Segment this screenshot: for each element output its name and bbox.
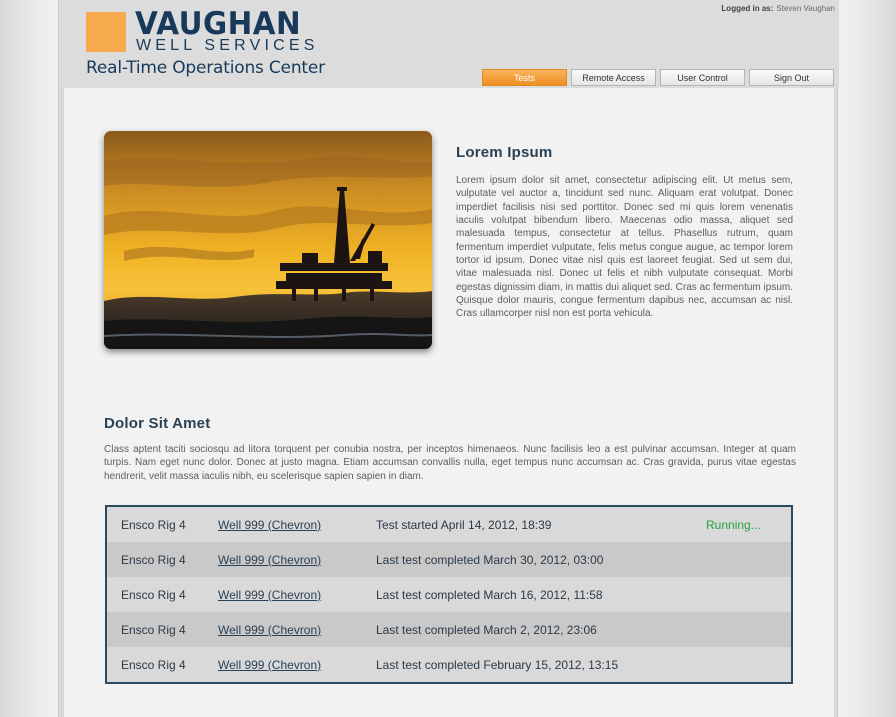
test-row: Ensco Rig 4 Well 999 (Chevron) Test star… (107, 507, 791, 542)
test-row: Ensco Rig 4 Well 999 (Chevron) Last test… (107, 647, 791, 682)
section-heading-lorem-ipsum: Lorem Ipsum (456, 144, 553, 161)
rig-name: Ensco Rig 4 (121, 552, 186, 567)
test-description: Test started April 14, 2012, 18:39 (376, 517, 552, 532)
oil-rig-photo (104, 131, 432, 349)
nav-remote-access-button[interactable]: Remote Access (571, 69, 656, 86)
section-body-text: Lorem ipsum dolor sit amet, consectetur … (456, 175, 793, 320)
logged-in-status: Logged in as: Steven Vaughan (721, 4, 835, 13)
test-description: Last test completed February 15, 2012, 1… (376, 657, 619, 672)
well-link[interactable]: Well 999 (Chevron) (218, 658, 376, 672)
rig-name: Ensco Rig 4 (121, 657, 186, 672)
page: VAUGHAN WELL SERVICES Real-Time Operatio… (58, 0, 839, 717)
logo-square-icon (86, 12, 126, 52)
logo-subtitle: WELL SERVICES (136, 37, 319, 54)
test-row: Ensco Rig 4 Well 999 (Chevron) Last test… (107, 612, 791, 647)
logged-in-label: Logged in as: (721, 4, 774, 13)
rig-name: Ensco Rig 4 (121, 517, 186, 532)
main-content: Lorem Ipsum Lorem ipsum dolor sit amet, … (64, 88, 834, 717)
test-row: Ensco Rig 4 Well 999 (Chevron) Last test… (107, 542, 791, 577)
test-description: Last test completed March 2, 2012, 23:06 (376, 622, 597, 637)
section-body-text: Class aptent taciti sociosqu ad litora t… (104, 444, 796, 482)
main-nav: Tests Remote Access User Control Sign Ou… (482, 69, 834, 86)
header: VAUGHAN WELL SERVICES Real-Time Operatio… (59, 0, 839, 88)
nav-user-control-button[interactable]: User Control (660, 69, 745, 86)
rig-name: Ensco Rig 4 (121, 622, 186, 637)
well-link[interactable]: Well 999 (Chevron) (218, 553, 376, 567)
test-row: Ensco Rig 4 Well 999 (Chevron) Last test… (107, 577, 791, 612)
tests-table: Ensco Rig 4 Well 999 (Chevron) Test star… (105, 505, 793, 684)
test-description: Last test completed March 30, 2012, 03:0… (376, 552, 604, 567)
app-title: Real-Time Operations Center (86, 58, 325, 78)
test-status: Running... (706, 517, 761, 532)
nav-tests-button[interactable]: Tests (482, 69, 567, 86)
well-link[interactable]: Well 999 (Chevron) (218, 623, 376, 637)
test-description: Last test completed March 16, 2012, 11:5… (376, 587, 603, 602)
well-link[interactable]: Well 999 (Chevron) (218, 588, 376, 602)
logged-in-user[interactable]: Steven Vaughan (776, 4, 835, 13)
sign-out-button[interactable]: Sign Out (749, 69, 834, 86)
well-link[interactable]: Well 999 (Chevron) (218, 518, 376, 532)
section-heading-dolor-sit-amet: Dolor Sit Amet (104, 415, 211, 432)
rig-name: Ensco Rig 4 (121, 587, 186, 602)
